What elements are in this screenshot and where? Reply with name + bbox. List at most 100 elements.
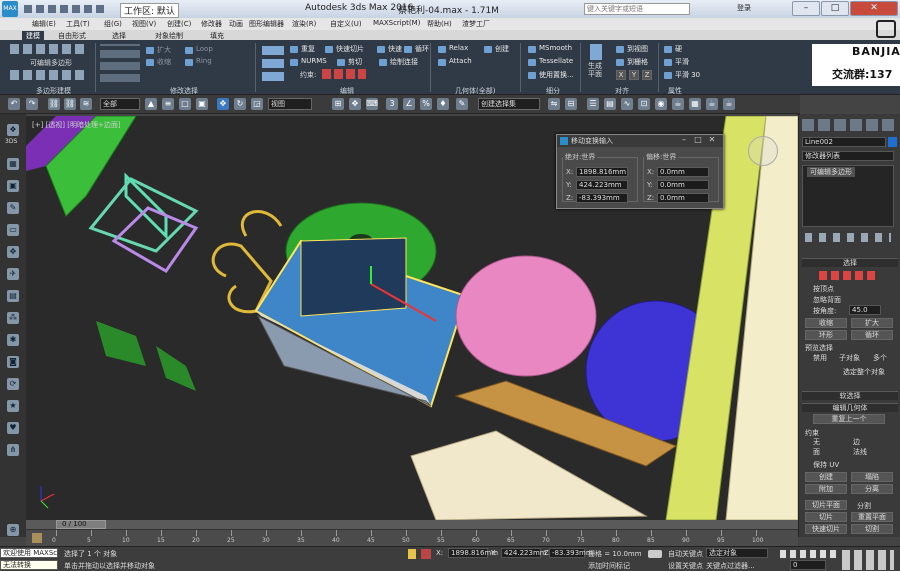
- ribbon-toggle-icon[interactable]: ▤: [604, 98, 616, 110]
- camera-icon[interactable]: ◙: [7, 356, 19, 368]
- slice-plane-button[interactable]: 切片平面: [805, 500, 847, 510]
- rollout-edit-geometry[interactable]: 编辑几何体: [802, 403, 898, 412]
- refresh-icon[interactable]: ⟳: [7, 378, 19, 390]
- select-object-icon[interactable]: ▲: [145, 98, 157, 110]
- dialog-minimize-icon[interactable]: –: [678, 136, 690, 146]
- display-icon[interactable]: ▭: [7, 224, 19, 236]
- menu-modifiers[interactable]: 修改器: [201, 19, 222, 29]
- abs-z-field[interactable]: -83.393mm: [576, 193, 628, 203]
- key-filters-button[interactable]: 关键点过滤器...: [706, 561, 755, 571]
- shrink-button-panel[interactable]: 收缩: [805, 318, 847, 328]
- quickslice-button[interactable]: 快速切片: [325, 44, 364, 55]
- app-logo-icon[interactable]: MAX: [2, 1, 18, 17]
- lock-icon[interactable]: [408, 549, 416, 559]
- to-grid-button[interactable]: 到栅格: [616, 57, 648, 68]
- perspective-viewport[interactable]: [+] [透视] [明暗处理+边面] 移动变换输入 – □ ✕ 绝对:世界 X:…: [26, 116, 798, 520]
- subobject-icons[interactable]: [819, 271, 879, 280]
- off-y-field[interactable]: 0.0mm: [657, 180, 709, 190]
- add-time-tag[interactable]: 添加时间标记: [588, 561, 630, 571]
- msmooth-button[interactable]: MSmooth: [528, 44, 572, 55]
- time-slider[interactable]: 0 / 100: [26, 520, 798, 529]
- object-name-field[interactable]: Line002: [802, 137, 886, 147]
- modsel-icons[interactable]: [100, 44, 140, 82]
- make-planar-label[interactable]: 生成平面: [588, 62, 606, 78]
- bind-spacewarp-icon[interactable]: ≋: [80, 98, 92, 110]
- edit-icon[interactable]: ✎: [7, 202, 19, 214]
- render-icon[interactable]: ☕: [706, 98, 718, 110]
- viewcube-icon[interactable]: [748, 136, 778, 166]
- spinner-snap-icon[interactable]: ♦: [437, 98, 449, 110]
- constraint-normal-radio[interactable]: 法线: [853, 447, 867, 457]
- ref-coord-dropdown[interactable]: 视图: [268, 98, 312, 110]
- menu-maxscript[interactable]: MAXScript(M): [373, 19, 420, 27]
- constraint-none-radio[interactable]: 无: [813, 437, 820, 447]
- menu-help[interactable]: 帮助(H): [427, 19, 452, 29]
- percent-snap-icon[interactable]: %: [420, 98, 432, 110]
- cut-button[interactable]: 剪切: [337, 57, 362, 68]
- star-icon[interactable]: ★: [7, 400, 19, 412]
- make-planar-icon[interactable]: [590, 44, 602, 60]
- move-transform-dialog[interactable]: 移动变换输入 – □ ✕ 绝对:世界 X: 1898.816mm Y: 424.22…: [556, 134, 724, 209]
- keyboard-shortcut-icon[interactable]: ⌨: [366, 98, 378, 110]
- 3ds-icon[interactable]: ❖: [7, 124, 19, 136]
- schematic-view-icon[interactable]: ⊡: [638, 98, 650, 110]
- share-icon[interactable]: ⋔: [7, 444, 19, 456]
- grid-icon[interactable]: ⁂: [7, 312, 19, 324]
- panel-tab-icons[interactable]: [802, 119, 896, 131]
- x-coord-field[interactable]: 1898.816mm: [448, 548, 498, 558]
- add-icon[interactable]: ⊕: [7, 524, 19, 536]
- abs-x-field[interactable]: 1898.816mm: [576, 167, 628, 177]
- render-iterative-icon[interactable]: ☕: [723, 98, 735, 110]
- rendered-frame-icon[interactable]: ▦: [689, 98, 701, 110]
- menu-views[interactable]: 视图(V): [132, 19, 156, 29]
- folder-icon[interactable]: ▤: [7, 290, 19, 302]
- link-icon[interactable]: ⛓: [48, 98, 60, 110]
- redo-icon[interactable]: ↷: [26, 98, 38, 110]
- preview-subobj-radio[interactable]: 子对象: [839, 353, 860, 363]
- setkey-button[interactable]: 设置关键点: [668, 561, 703, 571]
- nurms-button[interactable]: NURMS: [290, 57, 327, 68]
- unlink-icon[interactable]: ⛓: [64, 98, 76, 110]
- image-icon[interactable]: ▣: [7, 180, 19, 192]
- plane-icon[interactable]: ✈: [7, 268, 19, 280]
- menu-tools[interactable]: 工具(T): [66, 19, 90, 29]
- layer-explorer-icon[interactable]: ☰: [587, 98, 599, 110]
- constraint-edge-radio[interactable]: 边: [853, 437, 860, 447]
- attach-button-panel[interactable]: 附加: [805, 484, 847, 494]
- material-editor-icon[interactable]: ◉: [655, 98, 667, 110]
- select-by-name-icon[interactable]: ≡: [162, 98, 174, 110]
- off-z-field[interactable]: 0.0mm: [657, 193, 709, 203]
- align-y-button[interactable]: Y: [629, 70, 639, 80]
- snap-toggle-icon[interactable]: 3: [386, 98, 398, 110]
- ring-button-panel[interactable]: 环形: [805, 330, 847, 340]
- angle-field[interactable]: 45.0: [849, 305, 881, 315]
- reset-plane-button[interactable]: 重置平面: [851, 512, 893, 522]
- move-tool-icon[interactable]: ✥: [7, 246, 19, 258]
- rollout-soft-selection[interactable]: 软选择: [802, 391, 898, 400]
- select-manipulate-icon[interactable]: ✥: [349, 98, 361, 110]
- constraint-icons[interactable]: [322, 69, 366, 79]
- maxscript-listener[interactable]: 欢迎使用 MAXSc: [0, 548, 58, 558]
- by-vertex-checkbox[interactable]: 按顶点: [813, 284, 834, 294]
- ring-button[interactable]: Ring: [185, 57, 212, 68]
- z-coord-field[interactable]: -83.393mm: [549, 548, 593, 558]
- rotate-icon[interactable]: ↻: [234, 98, 246, 110]
- preview-disable-radio[interactable]: 禁用: [813, 353, 827, 363]
- menu-customize[interactable]: 自定义(U): [330, 19, 362, 29]
- scale-icon[interactable]: ◲: [251, 98, 263, 110]
- loop-button-panel[interactable]: 循环: [851, 330, 893, 340]
- dialog-close-icon[interactable]: ✕: [706, 136, 718, 146]
- grow-button-panel[interactable]: 扩大: [851, 318, 893, 328]
- attach-button[interactable]: Attach: [438, 57, 472, 68]
- slice-button[interactable]: 切片: [805, 512, 847, 522]
- track-bar[interactable]: 0 5 10 15 20 25 30 35 40 45 50 55 60 65 70 75 80 85 90 95 10…: [26, 529, 798, 546]
- track-key-icon[interactable]: [32, 533, 42, 543]
- constraint-face-radio[interactable]: 面: [813, 447, 820, 457]
- stack-tools[interactable]: [805, 233, 891, 242]
- edit-named-sel-icon[interactable]: ✎: [456, 98, 468, 110]
- maximize-button[interactable]: □: [821, 1, 849, 16]
- mirror-icon[interactable]: ⇋: [548, 98, 560, 110]
- search-input[interactable]: 键入关键字或短语: [584, 3, 690, 15]
- window-crossing-icon[interactable]: ▣: [196, 98, 208, 110]
- menu-group[interactable]: 组(G): [104, 19, 122, 29]
